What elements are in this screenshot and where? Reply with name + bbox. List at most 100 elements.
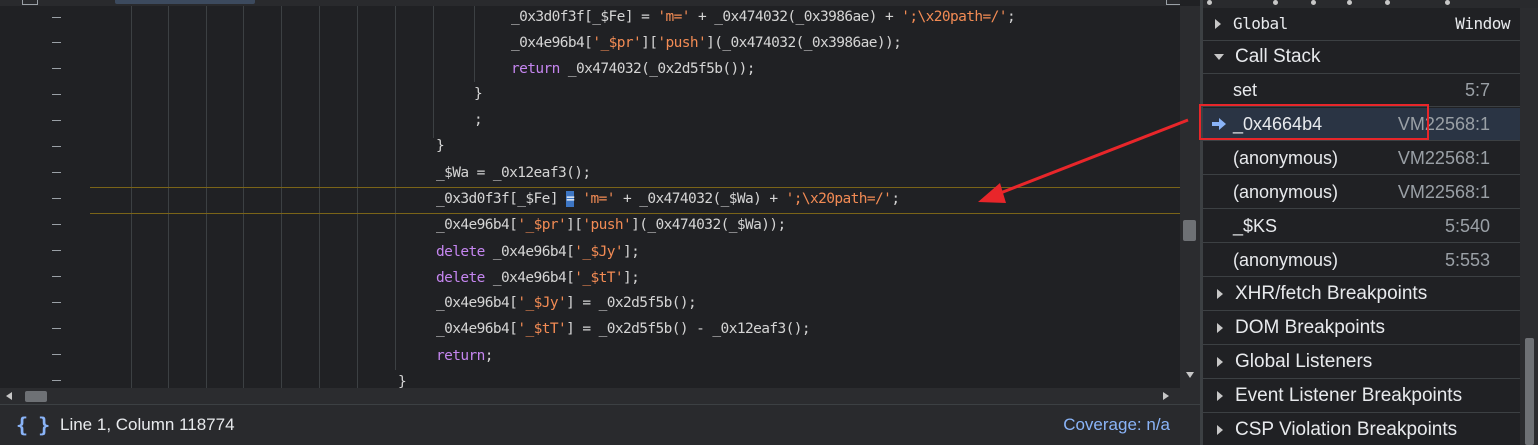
scroll-left-icon[interactable] [6, 392, 12, 400]
gutter-line-marker[interactable] [52, 42, 61, 43]
gutter-line-marker[interactable] [52, 17, 61, 18]
file-tab[interactable] [115, 0, 255, 4]
collapse-icon [1214, 54, 1224, 60]
section-title: DOM Breakpoints [1235, 317, 1385, 338]
code-token: ] = _0x2d5f5b(); [566, 295, 697, 311]
section-title: Event Listener Breakpoints [1235, 385, 1463, 406]
section-event-listener-breakpoints[interactable]: Event Listener Breakpoints [1203, 379, 1520, 413]
frame-location[interactable]: 5:553 [1445, 250, 1490, 271]
editor-vertical-scrollbar[interactable] [1180, 6, 1200, 388]
debugger-toolbar [1203, 0, 1538, 8]
step-out-icon[interactable] [1347, 0, 1352, 5]
code-line[interactable]: ; [474, 108, 483, 133]
code-line[interactable]: _0x4e96b4['_$Jy'] = _0x2d5f5b(); [436, 291, 697, 316]
scroll-thumb[interactable] [1183, 220, 1196, 241]
expand-icon [1217, 323, 1223, 333]
section-global-listeners[interactable]: Global Listeners [1203, 345, 1520, 379]
code-token: ][ [641, 35, 658, 51]
search-icon[interactable] [1445, 0, 1450, 5]
frame-function-name: (anonymous) [1233, 250, 1339, 270]
gutter-line-marker[interactable] [52, 380, 61, 381]
gutter-line-marker[interactable] [52, 68, 61, 69]
gutter-line-marker[interactable] [52, 94, 61, 95]
frame-location[interactable]: 5:7 [1465, 80, 1490, 101]
step-into-icon[interactable] [1311, 0, 1316, 5]
indent-guide [357, 6, 358, 388]
toggle-debugger-icon[interactable] [1166, 0, 1180, 5]
code-editor[interactable]: _0x3d0f3f[_$Fe] = 'm=' + _0x474032(_0x39… [0, 0, 1180, 388]
code-line[interactable]: return; [436, 344, 494, 369]
code-token: _0x3d0f3f[_$Fe] = [511, 9, 658, 25]
code-token: ]; [623, 270, 640, 286]
expand-icon [1215, 19, 1221, 29]
call-frame[interactable]: (anonymous) VM22568:1 [1203, 142, 1520, 175]
scroll-thumb[interactable] [1525, 338, 1534, 445]
code-token: _0x4e96b4[ [436, 321, 518, 337]
indent-guide [131, 6, 132, 388]
frame-function-name: set [1233, 80, 1258, 100]
code-token: _0x3d0f3f[_$Fe] [436, 191, 567, 207]
gutter-line-marker[interactable] [52, 276, 61, 277]
code-token: ][ [566, 217, 583, 233]
frame-location[interactable]: VM22568:1 [1398, 148, 1490, 169]
frame-function-name: _$KS [1233, 216, 1278, 236]
code-line[interactable]: } [398, 370, 407, 388]
gutter-line-marker[interactable] [52, 172, 61, 173]
call-frame[interactable]: (anonymous) 5:553 [1203, 244, 1520, 277]
code-token: 'push' [582, 217, 632, 233]
gutter-line-marker[interactable] [52, 198, 61, 199]
code-token: delete [436, 270, 485, 286]
code-line[interactable]: return _0x474032(_0x2d5f5b()); [511, 57, 756, 82]
code-line[interactable]: _0x3d0f3f[_$Fe] = 'm=' + _0x474032(_$Wa)… [436, 187, 900, 212]
code-line[interactable]: _0x4e96b4['_$pr']['push'](_0x474032(_$Wa… [436, 213, 786, 238]
code-line[interactable]: } [436, 134, 445, 159]
code-line[interactable]: } [474, 82, 483, 107]
scroll-thumb[interactable] [25, 391, 47, 402]
call-frame[interactable]: (anonymous) VM22568:1 [1203, 176, 1520, 209]
indent-guide [319, 6, 320, 388]
code-line[interactable]: _0x4e96b4['_$tT'] = _0x2d5f5b() - _0x12e… [436, 317, 811, 342]
gutter-line-marker[interactable] [52, 224, 61, 225]
code-token: + _0x474032(_0x3986ae) + [689, 9, 902, 25]
toggle-navigator-icon[interactable] [22, 0, 38, 5]
section-csp-violation-breakpoints[interactable]: CSP Violation Breakpoints [1203, 413, 1520, 445]
code-token: _0x4e96b4[ [511, 35, 593, 51]
gutter-line-marker[interactable] [52, 354, 61, 355]
scroll-down-icon[interactable] [1186, 372, 1194, 378]
coverage-status[interactable]: Coverage: n/a [1063, 415, 1170, 435]
step-icon[interactable] [1385, 0, 1390, 5]
scope-global[interactable]: Global Window [1203, 12, 1520, 38]
code-line[interactable]: delete _0x4e96b4['_$tT']; [436, 266, 640, 291]
frame-location[interactable]: VM22568:1 [1398, 182, 1490, 203]
code-token: '_$pr' [517, 217, 567, 233]
gutter-line-marker[interactable] [52, 120, 61, 121]
code-line[interactable]: _0x3d0f3f[_$Fe] = 'm=' + _0x474032(_0x39… [511, 5, 1016, 30]
call-frame[interactable]: set 5:7 [1203, 74, 1520, 107]
code-token: return [436, 348, 485, 364]
gutter-line-marker[interactable] [52, 146, 61, 147]
pause-resume-icon[interactable] [1207, 0, 1212, 5]
expand-icon [1217, 289, 1223, 299]
expand-icon [1217, 425, 1223, 435]
editor-horizontal-scrollbar[interactable] [0, 388, 1180, 404]
pretty-print-icon[interactable]: { } [16, 413, 50, 437]
code-token: ; [1006, 9, 1016, 25]
sidebar-scrollbar[interactable] [1520, 8, 1538, 445]
call-stack-header[interactable]: Call Stack [1203, 40, 1520, 74]
debugger-sidebar: Global Window Call Stack set 5:7 _0x4664b4… [1203, 0, 1538, 445]
section-dom-breakpoints[interactable]: DOM Breakpoints [1203, 311, 1520, 345]
code-token: ';\x20path=/' [901, 9, 1007, 25]
gutter-line-marker[interactable] [52, 250, 61, 251]
section-xhr-fetch-breakpoints[interactable]: XHR/fetch Breakpoints [1203, 277, 1520, 311]
gutter-line-marker[interactable] [52, 328, 61, 329]
gutter-line-marker[interactable] [52, 302, 61, 303]
code-token: ]; [623, 244, 640, 260]
code-line[interactable]: delete _0x4e96b4['_$Jy']; [436, 240, 640, 265]
code-line[interactable]: _$Wa = _0x12eaf3(); [436, 161, 591, 186]
editor-status-bar: { } Line 1, Column 118774 Coverage: n/a [0, 404, 1200, 445]
frame-location[interactable]: 5:540 [1445, 216, 1490, 237]
call-frame[interactable]: _$KS 5:540 [1203, 210, 1520, 243]
step-over-icon[interactable] [1273, 0, 1278, 5]
scroll-right-icon[interactable] [1163, 392, 1169, 400]
code-line[interactable]: _0x4e96b4['_$pr']['push'](_0x474032(_0x3… [511, 31, 902, 56]
